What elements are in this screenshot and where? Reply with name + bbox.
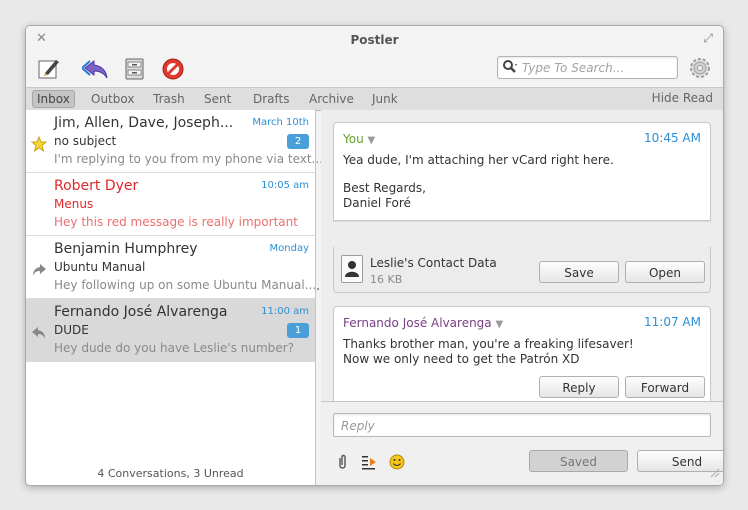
tab-junk[interactable]: Junk <box>368 91 402 107</box>
list-item[interactable]: Fernando José Alvarenga 11:00 am DUDE 1 … <box>26 299 315 362</box>
tab-outbox[interactable]: Outbox <box>87 91 138 107</box>
reply-arrow-icon <box>31 325 47 341</box>
conversation-time: March 10th <box>252 117 309 128</box>
conversation-from: Jim, Allen, Dave, Joseph... <box>54 115 234 131</box>
window-title: Postler <box>350 33 399 47</box>
sender-name: You <box>343 132 364 146</box>
conversation-time: 11:00 am <box>261 306 309 317</box>
conversation-from: Fernando José Alvarenga <box>54 304 228 320</box>
tab-sent[interactable]: Sent <box>200 91 235 107</box>
message-signature-line: Best Regards, <box>343 181 426 195</box>
conversation-preview: Hey following up on some Ubuntu Manual..… <box>54 278 317 292</box>
search-input[interactable] <box>520 58 674 78</box>
reply-input[interactable] <box>339 416 703 436</box>
resize-grip-icon[interactable] <box>708 463 720 482</box>
attachment-size: 16 KB <box>370 273 403 286</box>
hide-read-button[interactable]: Hide Read <box>652 91 713 105</box>
unread-badge: 1 <box>287 323 309 338</box>
tab-archive[interactable]: Archive <box>305 91 358 107</box>
sender-name: Fernando José Alvarenga <box>343 316 492 330</box>
pane-divider-grip[interactable] <box>317 288 319 290</box>
attachment-name: Leslie's Contact Data <box>370 256 497 270</box>
insert-text-icon[interactable] <box>361 454 377 470</box>
reply-all-icon[interactable] <box>80 56 108 82</box>
message-thread: You ▼ 10:45 AM Yea dude, I'm attaching h… <box>321 110 723 406</box>
list-status: 4 Conversations, 3 Unread <box>97 467 244 480</box>
message-signature-line: Daniel Foré <box>343 196 411 210</box>
reply-button[interactable]: Reply <box>539 376 619 398</box>
message-card: Fernando José Alvarenga ▼ 11:07 AM Thank… <box>333 306 711 406</box>
tab-trash[interactable]: Trash <box>149 91 189 107</box>
conversation-from: Benjamin Humphrey <box>54 241 198 257</box>
saved-button[interactable]: Saved <box>529 450 628 472</box>
toolbar <box>26 54 723 87</box>
conversation-preview: I'm replying to you from my phone via te… <box>54 152 323 166</box>
message-body: Now we only need to get the Patrón XD <box>343 352 580 366</box>
list-item[interactable]: Robert Dyer 10:05 am Menus Hey this red … <box>26 173 315 236</box>
folder-tabs: Inbox Outbox Trash Sent Drafts Archive J… <box>26 87 723 111</box>
save-attachment-button[interactable]: Save <box>539 261 619 283</box>
conversation-subject: Menus <box>54 197 94 211</box>
open-attachment-button[interactable]: Open <box>625 261 705 283</box>
message-sender: You ▼ <box>343 132 375 146</box>
forward-arrow-icon <box>31 262 47 278</box>
message-sender: Fernando José Alvarenga ▼ <box>343 316 503 330</box>
paperclip-icon[interactable] <box>335 454 351 470</box>
conversation-subject: DUDE <box>54 323 89 337</box>
contact-card-icon <box>341 255 363 283</box>
forward-button[interactable]: Forward <box>625 376 705 398</box>
tab-drafts[interactable]: Drafts <box>249 91 294 107</box>
compose-area: Saved Send <box>321 401 723 485</box>
conversation-list: Jim, Allen, Dave, Joseph... March 10th n… <box>26 110 323 485</box>
message-card: You ▼ 10:45 AM Yea dude, I'm attaching h… <box>333 122 711 221</box>
conversation-preview: Hey dude do you have Leslie's number? <box>54 341 294 355</box>
list-item[interactable]: Benjamin Humphrey Monday Ubuntu Manual H… <box>26 236 317 299</box>
conversation-subject: no subject <box>54 134 117 148</box>
star-icon[interactable] <box>30 135 48 153</box>
title-bar: ✕ Postler ⤢ <box>26 26 723 54</box>
sender-dropdown-icon[interactable]: ▼ <box>495 319 503 330</box>
search-icon[interactable] <box>502 59 518 79</box>
maximize-icon[interactable]: ⤢ <box>703 31 713 46</box>
emoticon-icon[interactable] <box>389 454 405 470</box>
list-item[interactable]: Jim, Allen, Dave, Joseph... March 10th n… <box>26 110 323 173</box>
tab-inbox[interactable]: Inbox <box>32 90 75 108</box>
sender-dropdown-icon[interactable]: ▼ <box>368 135 376 146</box>
gear-icon[interactable] <box>689 57 711 83</box>
app-window: ✕ Postler ⤢ Type To Search... Inbox Outb… <box>25 25 724 486</box>
reply-field[interactable] <box>333 413 711 437</box>
attachment-bar: Leslie's Contact Data 16 KB Save Open <box>333 247 711 293</box>
conversation-subject: Ubuntu Manual <box>54 260 146 274</box>
message-body: Thanks brother man, you're a freaking li… <box>343 337 634 351</box>
message-time: 11:07 AM <box>644 315 701 329</box>
compose-icon[interactable] <box>36 56 62 82</box>
conversation-time: Monday <box>269 243 309 254</box>
message-time: 10:45 AM <box>644 131 701 145</box>
junk-icon[interactable] <box>160 56 186 82</box>
conversation-from: Robert Dyer <box>54 178 139 194</box>
search-box[interactable] <box>497 56 678 79</box>
conversation-time: 10:05 am <box>261 180 309 191</box>
archive-icon[interactable] <box>122 56 148 82</box>
unread-badge: 2 <box>287 134 309 149</box>
message-body: Yea dude, I'm attaching her vCard right … <box>343 153 614 167</box>
conversation-preview: Hey this red message is really important <box>54 215 298 229</box>
